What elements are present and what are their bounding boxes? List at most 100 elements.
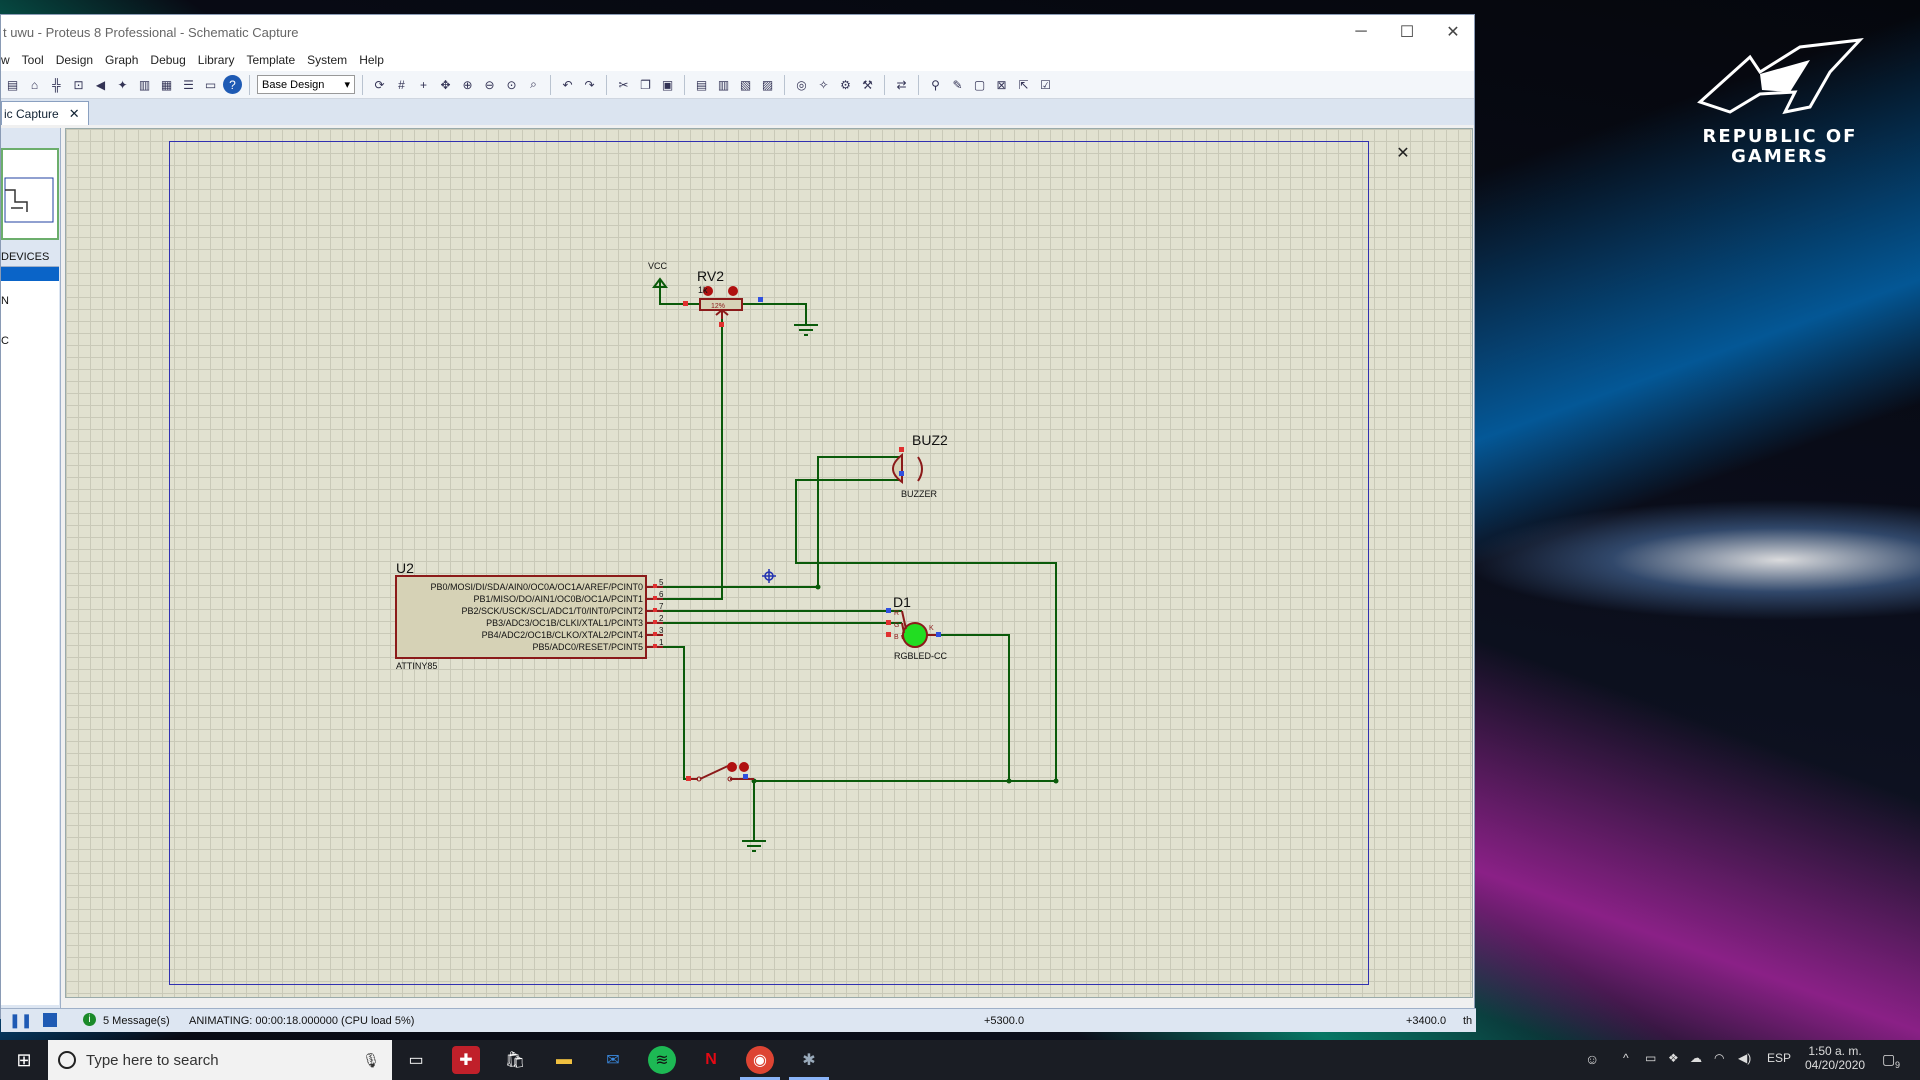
- maximize-button[interactable]: ☐: [1384, 15, 1430, 49]
- spotify-icon[interactable]: ≋: [648, 1046, 676, 1074]
- help-icon[interactable]: ?: [223, 75, 242, 94]
- ground-symbol[interactable]: [794, 324, 818, 336]
- microphone-icon[interactable]: 🎙: [362, 1052, 380, 1069]
- onedrive-icon[interactable]: ☁: [1690, 1051, 1702, 1065]
- home-icon[interactable]: ⌂: [25, 75, 44, 94]
- battery-icon[interactable]: ▭: [1645, 1051, 1656, 1065]
- device-list-item[interactable]: C: [1, 321, 59, 361]
- menu-debug[interactable]: Debug: [150, 53, 193, 67]
- menu-help[interactable]: Help: [359, 53, 392, 67]
- menu-view[interactable]: w: [1, 53, 18, 67]
- potentiometer-rv2[interactable]: RV2 1k 12%: [683, 268, 763, 327]
- taskbar-search[interactable]: Type here to search 🎙: [48, 1040, 392, 1080]
- electrical-rule-check-icon[interactable]: ☑: [1036, 75, 1055, 94]
- property-tool-icon[interactable]: ✎: [948, 75, 967, 94]
- wifi-icon[interactable]: ◠: [1714, 1051, 1724, 1065]
- buzzer-buz2[interactable]: BUZ2 BUZZER: [892, 432, 948, 499]
- block-move-icon[interactable]: ▥: [714, 75, 733, 94]
- pushbutton-switch[interactable]: [686, 762, 754, 782]
- back-icon[interactable]: ◀: [91, 75, 110, 94]
- zoom-in-icon[interactable]: ⊕: [458, 75, 477, 94]
- proteus-icon[interactable]: ✱: [795, 1046, 823, 1074]
- make-device-icon[interactable]: ✧: [814, 75, 833, 94]
- pick-device-icon[interactable]: ◎: [792, 75, 811, 94]
- cut-icon[interactable]: ✂: [614, 75, 633, 94]
- tab-schematic-capture[interactable]: ic Capture ✕: [1, 101, 89, 125]
- ground-symbol[interactable]: [742, 840, 766, 852]
- stop-icon[interactable]: [43, 1013, 57, 1027]
- wire[interactable]: [659, 279, 700, 305]
- notifications-icon[interactable]: ▢: [1882, 1051, 1895, 1068]
- close-tab-icon[interactable]: ✕: [69, 106, 80, 122]
- microcontroller-u2[interactable]: U2 ATTINY85 PB0/MOSI/DI/SDA/AIN0/OC0A/OC…: [395, 560, 664, 671]
- wire-autorouter-icon[interactable]: ⇄: [892, 75, 911, 94]
- overview-preview[interactable]: [1, 148, 59, 240]
- schematic-canvas[interactable]: ✕ VCC RV2 1k 12% BUZ2 BUZZER U2 ATTINY85…: [65, 128, 1473, 998]
- language-indicator[interactable]: ESP: [1767, 1051, 1791, 1065]
- canvas-close-icon[interactable]: ✕: [1396, 145, 1409, 162]
- decompose-icon[interactable]: ⚙: [836, 75, 855, 94]
- rgb-led-d1[interactable]: R G B K D1 RGBLED-CC: [886, 594, 948, 661]
- clock[interactable]: 1:50 a. m. 04/20/2020: [1805, 1044, 1865, 1072]
- menu-template[interactable]: Template: [246, 53, 303, 67]
- wire[interactable]: [646, 456, 902, 588]
- task-view-icon[interactable]: ▭: [402, 1046, 430, 1074]
- messages-count[interactable]: 5 Message(s): [103, 1015, 170, 1027]
- search-icon[interactable]: ⚲: [926, 75, 945, 94]
- device-list[interactable]: N C: [1, 267, 59, 1005]
- block-delete-icon[interactable]: ▨: [758, 75, 777, 94]
- device-list-item-selected[interactable]: [1, 267, 59, 281]
- pause-icon[interactable]: ❚❚: [9, 1012, 32, 1029]
- menu-system[interactable]: System: [307, 53, 355, 67]
- gift-app-icon[interactable]: ✚: [452, 1046, 480, 1074]
- minimize-button[interactable]: ─: [1338, 15, 1384, 49]
- remove-sheet-icon[interactable]: ⊠: [992, 75, 1011, 94]
- block-rotate-icon[interactable]: ▧: [736, 75, 755, 94]
- menu-design[interactable]: Design: [56, 53, 101, 67]
- dropbox-icon[interactable]: ❖: [1668, 1051, 1679, 1065]
- device-list-item[interactable]: N: [1, 281, 59, 321]
- chevron-up-icon[interactable]: ^: [1623, 1051, 1629, 1065]
- netflix-icon[interactable]: N: [697, 1046, 725, 1074]
- menu-library[interactable]: Library: [198, 53, 243, 67]
- chrome-icon[interactable]: ◉: [746, 1046, 774, 1074]
- volume-icon[interactable]: ◀): [1738, 1051, 1751, 1065]
- copy-icon[interactable]: ❐: [636, 75, 655, 94]
- refresh-icon[interactable]: ⟳: [370, 75, 389, 94]
- bom-icon[interactable]: ▦: [157, 75, 176, 94]
- file-explorer-icon[interactable]: ▬: [550, 1046, 578, 1074]
- redo-icon[interactable]: ↷: [580, 75, 599, 94]
- menu-tool[interactable]: Tool: [22, 53, 52, 67]
- vcc-terminal[interactable]: VCC: [648, 261, 668, 288]
- wire[interactable]: [646, 319, 723, 600]
- zoom-all-icon[interactable]: ⊙: [502, 75, 521, 94]
- gerber-icon[interactable]: ✦: [113, 75, 132, 94]
- origin-icon[interactable]: +: [414, 75, 433, 94]
- design-select[interactable]: Base Design ▾: [257, 75, 355, 94]
- new-sheet-icon[interactable]: ▢: [970, 75, 989, 94]
- people-icon[interactable]: ☺: [1585, 1051, 1599, 1067]
- source-code-icon[interactable]: ☰: [179, 75, 198, 94]
- zoom-out-icon[interactable]: ⊖: [480, 75, 499, 94]
- wire[interactable]: [742, 303, 807, 325]
- open-icon[interactable]: ▤: [3, 75, 22, 94]
- paste-icon[interactable]: ▣: [658, 75, 677, 94]
- zoom-area-icon[interactable]: ⌕: [524, 75, 543, 94]
- pcb-icon[interactable]: ⊡: [69, 75, 88, 94]
- schematic-icon[interactable]: ╬: [47, 75, 66, 94]
- wire[interactable]: [646, 646, 689, 780]
- notes-icon[interactable]: ▭: [201, 75, 220, 94]
- close-window-button[interactable]: ✕: [1430, 15, 1476, 49]
- pan-icon[interactable]: ✥: [436, 75, 455, 94]
- block-copy-icon[interactable]: ▤: [692, 75, 711, 94]
- schematic-drawing[interactable]: ✕ VCC RV2 1k 12% BUZ2 BUZZER U2 ATTINY85…: [66, 129, 1474, 999]
- undo-icon[interactable]: ↶: [558, 75, 577, 94]
- packaging-tool-icon[interactable]: ⚒: [858, 75, 877, 94]
- grid-icon[interactable]: #: [392, 75, 411, 94]
- menu-graph[interactable]: Graph: [105, 53, 146, 67]
- mail-icon[interactable]: ✉: [599, 1046, 627, 1074]
- windows-start-icon[interactable]: ⊞: [10, 1046, 38, 1074]
- design-explorer-icon[interactable]: ▥: [135, 75, 154, 94]
- store-icon[interactable]: 🛍: [501, 1046, 529, 1074]
- exit-to-parent-icon[interactable]: ⇱: [1014, 75, 1033, 94]
